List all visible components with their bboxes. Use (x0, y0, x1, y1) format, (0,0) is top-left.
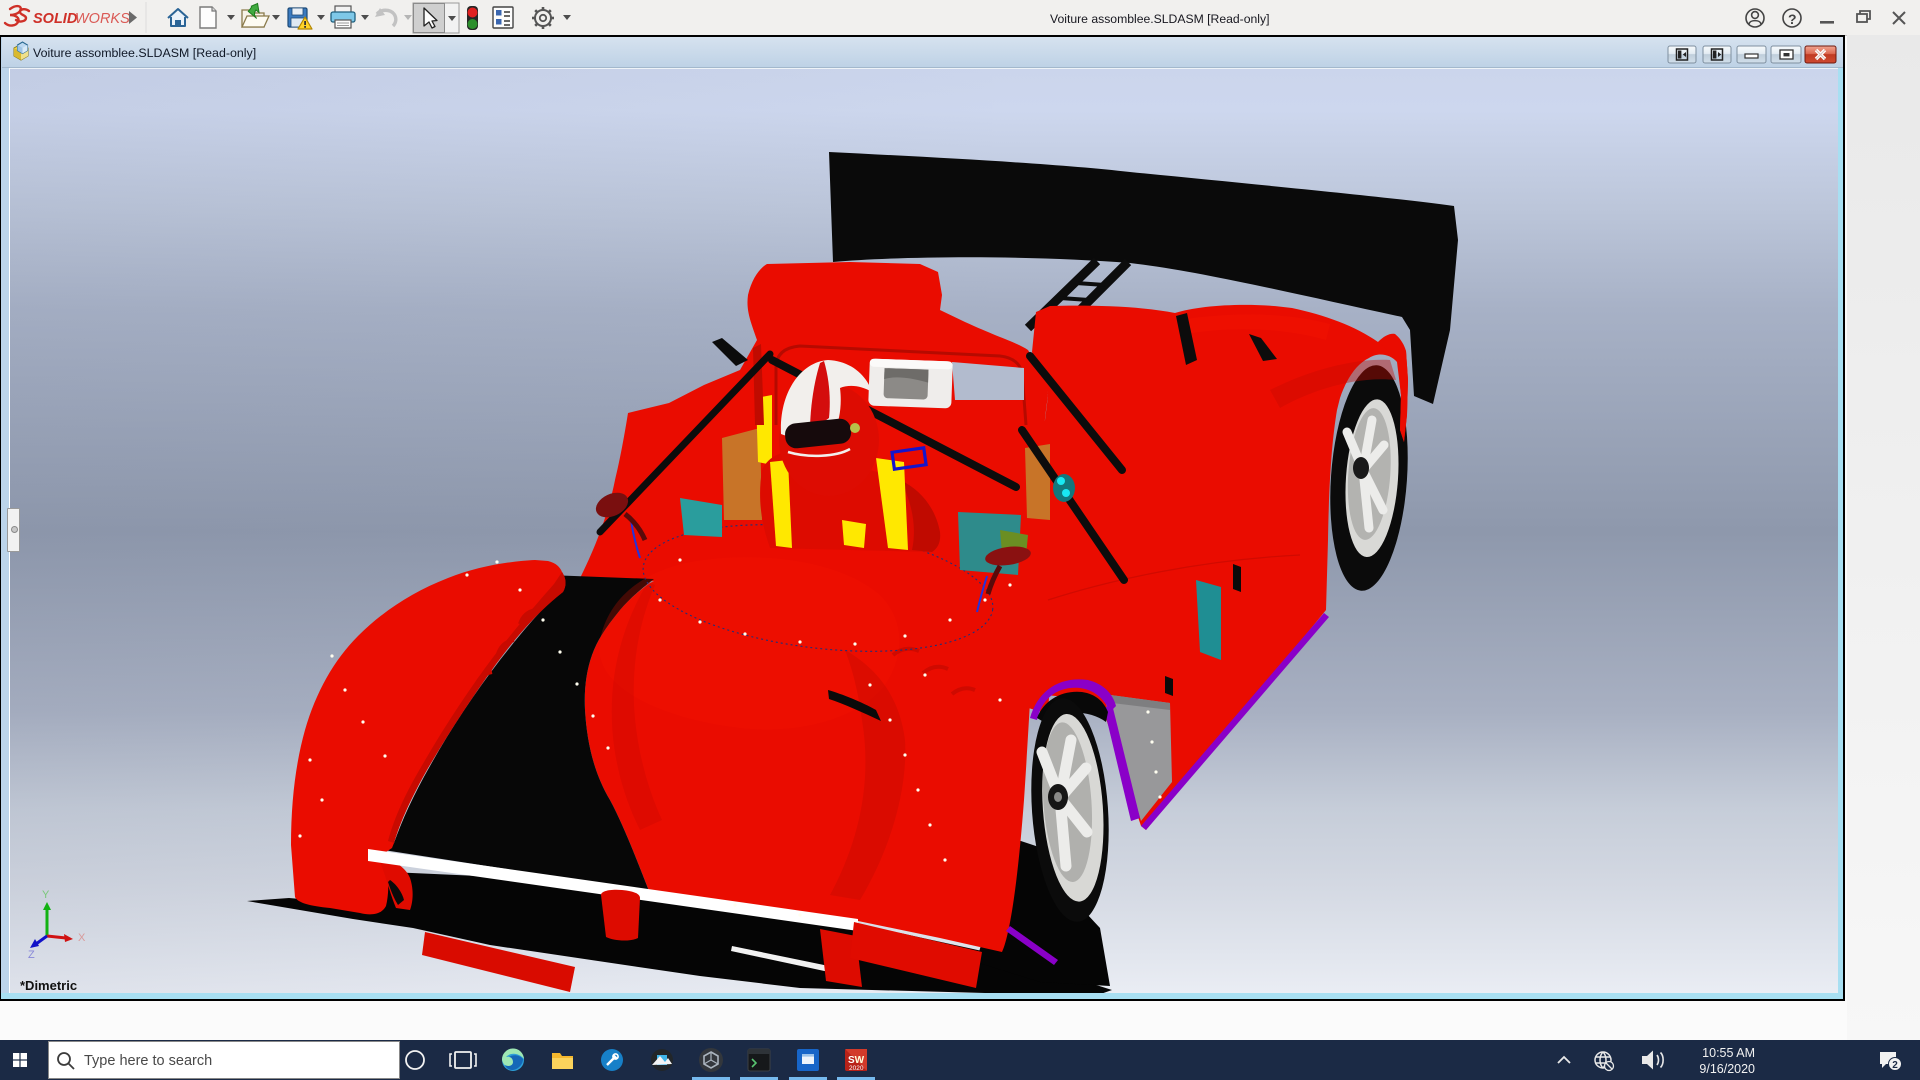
svg-text:Type here to search: Type here to search (84, 1053, 212, 1069)
svg-text:2: 2 (1892, 1060, 1898, 1071)
svg-text:10:55 AM: 10:55 AM (1702, 1046, 1755, 1060)
svg-text:9/16/2020: 9/16/2020 (1699, 1062, 1755, 1076)
svg-text:Z: Z (28, 949, 35, 961)
svg-text:Y: Y (42, 889, 50, 901)
svg-text:Voiture assomblee.SLDASM [Read: Voiture assomblee.SLDASM [Read-only] (33, 46, 256, 60)
svg-text:X: X (78, 932, 86, 944)
svg-text:2020: 2020 (849, 1065, 864, 1072)
